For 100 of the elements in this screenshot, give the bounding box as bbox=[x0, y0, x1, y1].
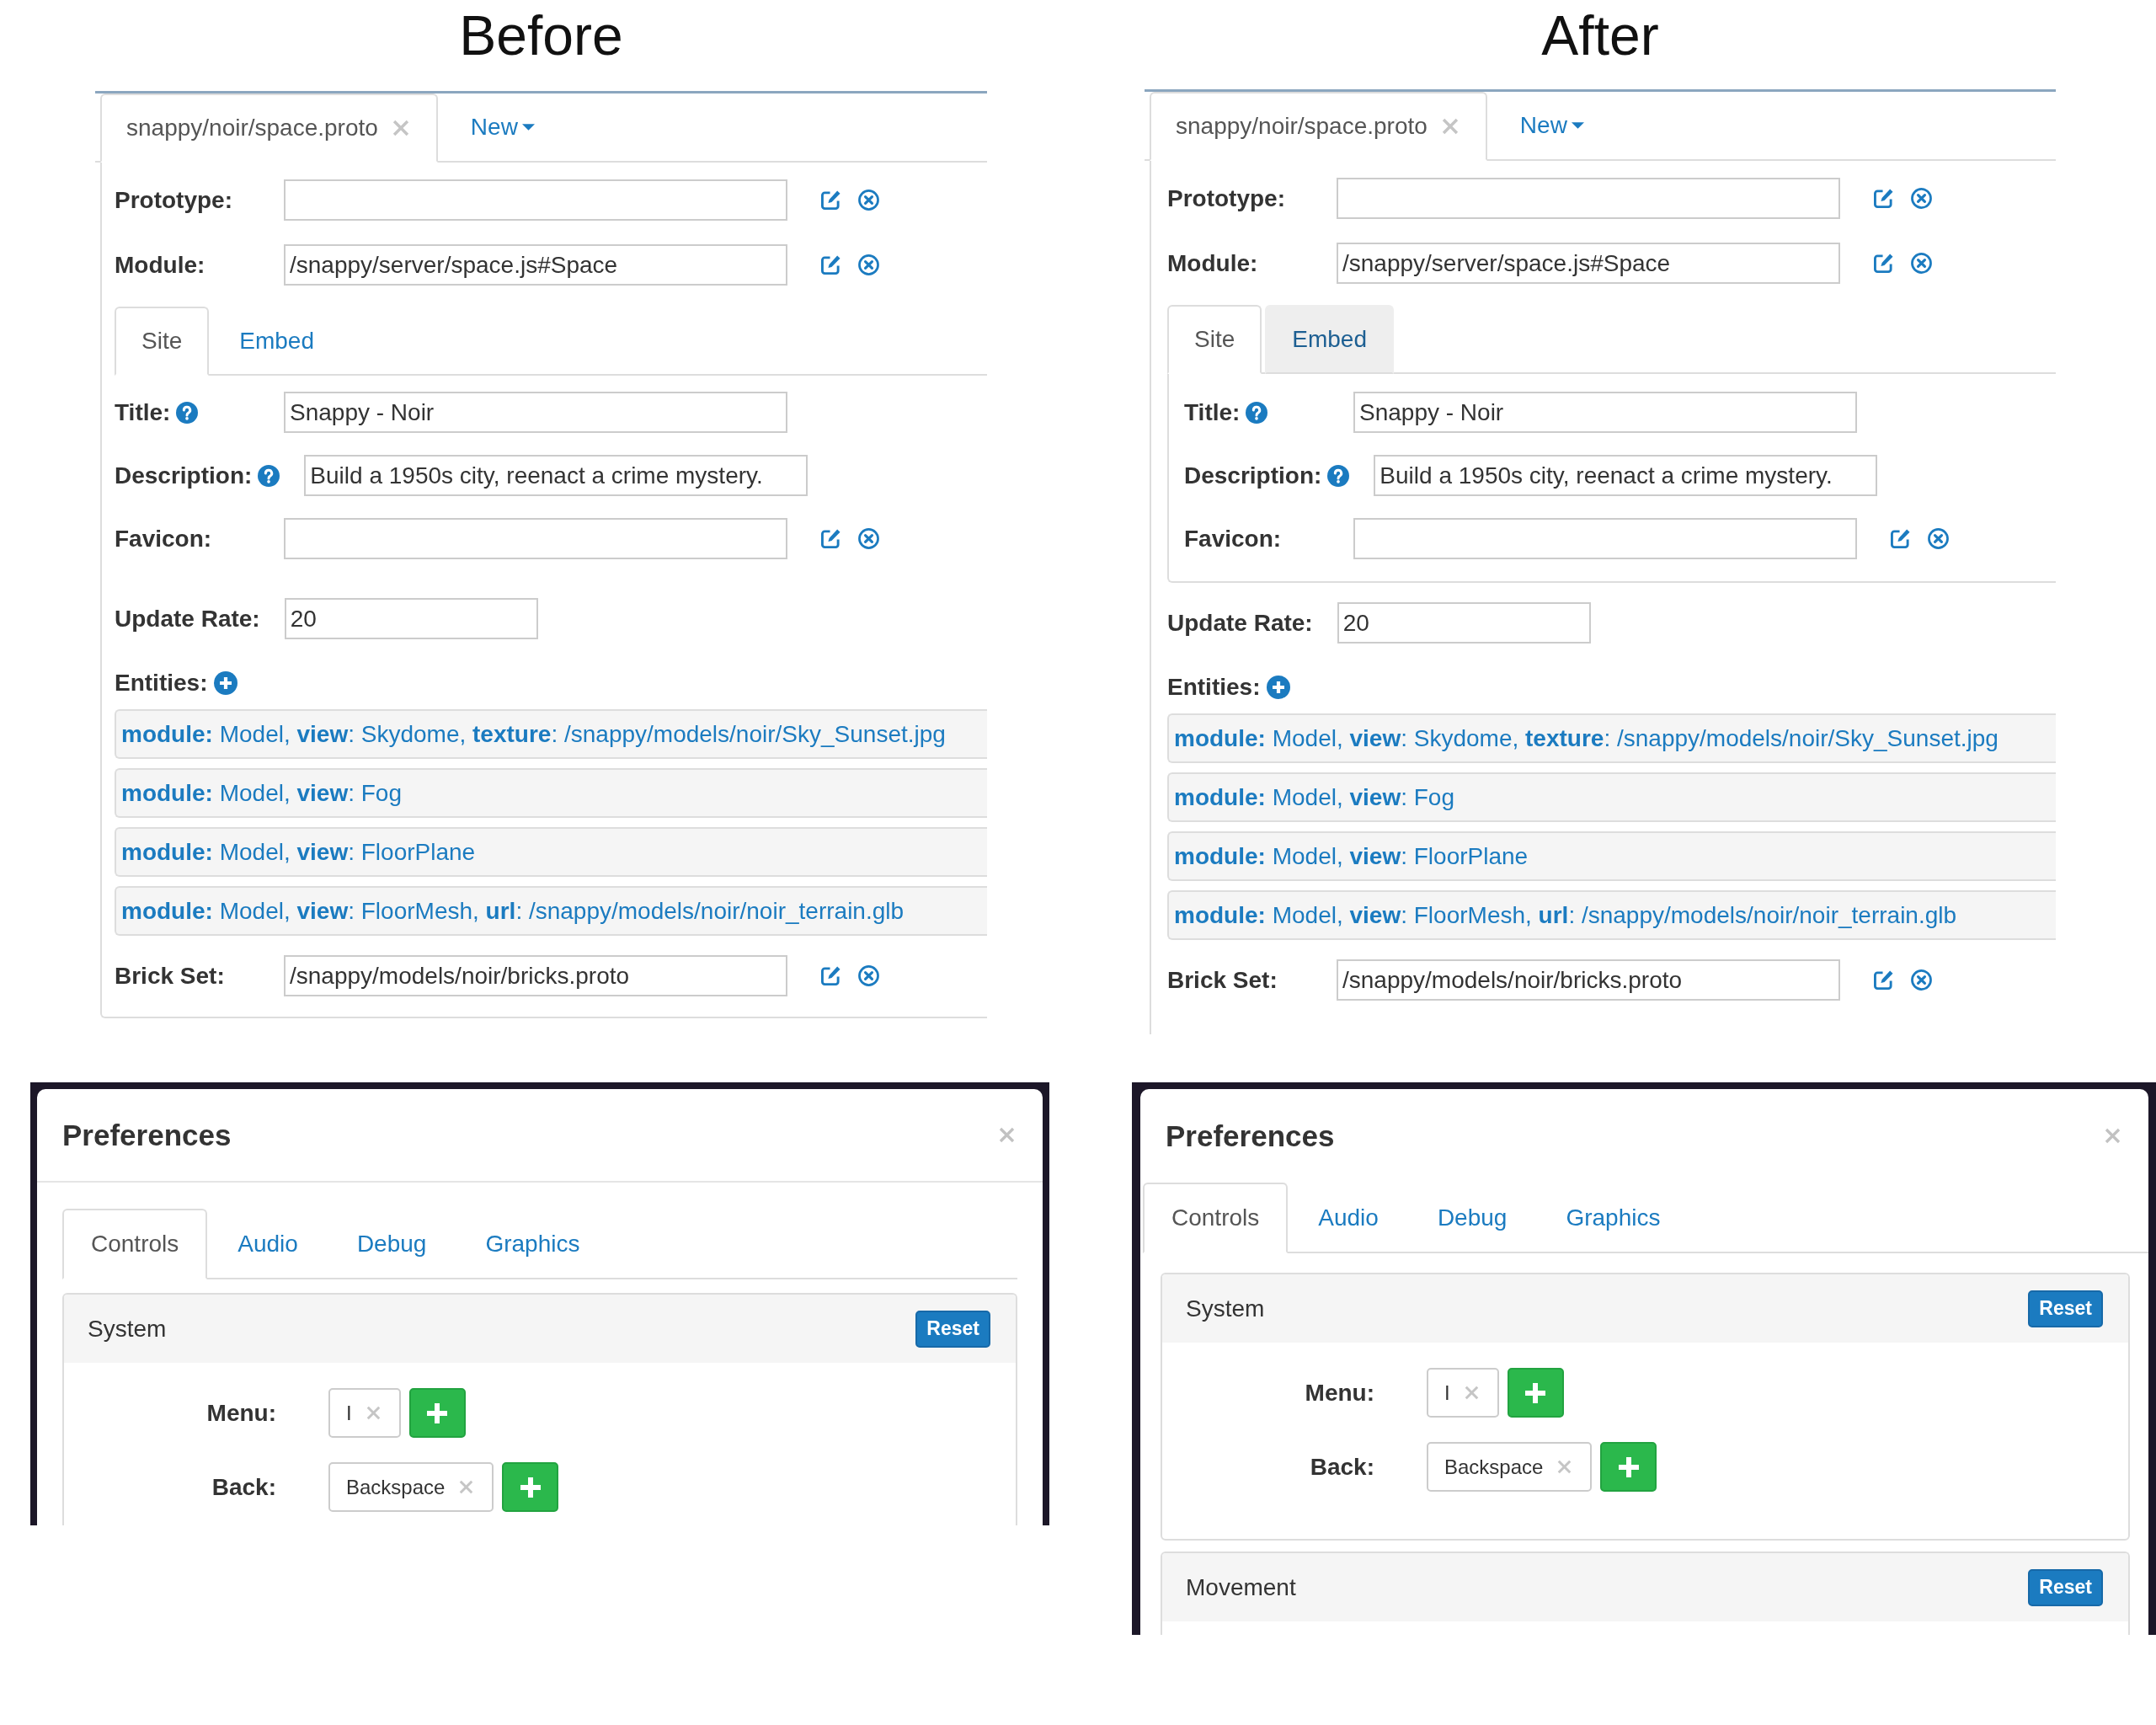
panel-title: System bbox=[88, 1315, 167, 1343]
key-label: I bbox=[346, 1401, 352, 1425]
input-field[interactable]: Build a 1950s city, reenact a crime mystery. bbox=[304, 455, 808, 496]
tab[interactable]: Graphics bbox=[456, 1209, 609, 1279]
input-field[interactable]: Build a 1950s city, reenact a crime mystery. bbox=[1374, 455, 1878, 496]
entity-item[interactable]: module: Model, view: FloorMesh, url: /snappy/models/noir/noir_terrain.glb bbox=[115, 886, 987, 936]
field-label: Favicon: bbox=[115, 525, 212, 553]
new-menu-button[interactable]: New bbox=[457, 93, 547, 161]
input-field[interactable]: 20 bbox=[284, 598, 538, 639]
input-field[interactable]: /snappy/server/space.js#Space bbox=[1337, 243, 1840, 284]
field-label: Prototype: bbox=[115, 186, 232, 214]
key-label: Backspace bbox=[1444, 1455, 1544, 1479]
reset-button[interactable]: Reset bbox=[2028, 1290, 2103, 1327]
edit-icon[interactable] bbox=[1891, 529, 1910, 548]
edit-icon[interactable] bbox=[821, 529, 841, 548]
edit-icon[interactable] bbox=[1874, 970, 1893, 990]
input-field[interactable]: /snappy/models/noir/bricks.proto bbox=[1337, 959, 1840, 1001]
file-tab[interactable]: snappy/noir/space.proto bbox=[1150, 92, 1487, 161]
dialog-title: Preferences bbox=[62, 1118, 232, 1152]
binding-label: Back: bbox=[211, 1473, 276, 1501]
edit-icon[interactable] bbox=[1874, 254, 1893, 273]
field-label: Entities: bbox=[1167, 674, 1261, 701]
panel-title: System bbox=[1186, 1295, 1265, 1322]
clear-icon[interactable] bbox=[858, 190, 879, 211]
plus-icon bbox=[427, 1402, 448, 1423]
input-field[interactable] bbox=[1337, 178, 1840, 219]
dialog-title: Preferences bbox=[1166, 1119, 1335, 1153]
field-label: Description: bbox=[115, 462, 253, 489]
key-label: Backspace bbox=[346, 1475, 446, 1499]
field-label: Title: bbox=[1184, 398, 1241, 426]
tab[interactable]: Audio bbox=[1289, 1183, 1407, 1253]
edit-icon[interactable] bbox=[821, 966, 841, 985]
tab[interactable]: Embed bbox=[1265, 305, 1394, 374]
input-field[interactable] bbox=[284, 518, 787, 559]
input-field[interactable]: Snappy - Noir bbox=[1353, 392, 1857, 433]
entity-item[interactable]: module: Model, view: Skydome, texture: /snappy/models/noir/Sky_Sunset.jpg bbox=[115, 709, 987, 759]
help-icon[interactable] bbox=[1327, 464, 1350, 487]
tab[interactable]: Debug bbox=[328, 1209, 456, 1279]
input-field[interactable]: /snappy/models/noir/bricks.proto bbox=[284, 955, 787, 996]
field-label: Entities: bbox=[115, 670, 208, 697]
field-label: Description: bbox=[1184, 462, 1322, 489]
edit-icon[interactable] bbox=[821, 190, 841, 210]
field-label: Title: bbox=[115, 398, 171, 426]
plus-icon bbox=[1525, 1382, 1546, 1403]
tab[interactable]: Audio bbox=[209, 1209, 327, 1279]
tab[interactable]: Site bbox=[115, 307, 210, 376]
plus-icon bbox=[520, 1477, 541, 1498]
tab[interactable]: Site bbox=[1167, 305, 1262, 374]
clear-icon[interactable] bbox=[858, 528, 879, 549]
input-field[interactable] bbox=[284, 179, 787, 221]
binding-label: Menu: bbox=[1305, 1379, 1374, 1407]
help-icon[interactable] bbox=[176, 401, 199, 424]
field-label: Module: bbox=[115, 251, 205, 279]
field-label: Update Rate: bbox=[115, 605, 260, 633]
add-button[interactable] bbox=[1507, 1368, 1564, 1418]
key-label: I bbox=[1444, 1381, 1450, 1405]
tab[interactable]: Graphics bbox=[1537, 1183, 1689, 1253]
entity-item[interactable]: module: Model, view: FloorPlane bbox=[115, 827, 987, 877]
edit-icon[interactable] bbox=[821, 255, 841, 275]
field-label: Brick Set: bbox=[1167, 966, 1278, 994]
new-menu-button[interactable]: New bbox=[1507, 92, 1597, 159]
clear-icon[interactable] bbox=[858, 965, 879, 986]
input-field[interactable]: 20 bbox=[1337, 602, 1591, 644]
binding-label: Menu: bbox=[206, 1399, 276, 1427]
edit-icon[interactable] bbox=[1874, 189, 1893, 208]
entity-item[interactable]: module: Model, view: Skydome, texture: /snappy/models/noir/Sky_Sunset.jpg bbox=[1167, 713, 2056, 763]
field-label: Brick Set: bbox=[115, 962, 225, 990]
reset-button[interactable]: Reset bbox=[915, 1310, 990, 1348]
plus-icon bbox=[1618, 1456, 1639, 1477]
clear-icon[interactable] bbox=[1928, 528, 1949, 549]
clear-icon[interactable] bbox=[1911, 188, 1932, 209]
add-button[interactable] bbox=[502, 1462, 559, 1512]
tab[interactable]: Controls bbox=[62, 1209, 208, 1279]
comparison-heading: After bbox=[1541, 3, 1659, 68]
caret-icon bbox=[1571, 122, 1584, 129]
comparison-heading: Before bbox=[459, 3, 623, 68]
entity-item[interactable]: module: Model, view: Fog bbox=[1167, 772, 2056, 822]
entity-item[interactable]: module: Model, view: Fog bbox=[115, 768, 987, 818]
field-label: Favicon: bbox=[1184, 525, 1282, 553]
add-icon[interactable] bbox=[1267, 676, 1291, 699]
tab[interactable]: Controls bbox=[1143, 1183, 1289, 1253]
panel-title: Movement bbox=[1186, 1573, 1296, 1601]
file-tab[interactable]: snappy/noir/space.proto bbox=[100, 93, 438, 163]
binding-label: Back: bbox=[1310, 1453, 1374, 1481]
add-button[interactable] bbox=[408, 1388, 466, 1438]
clear-icon[interactable] bbox=[1911, 969, 1932, 991]
add-icon[interactable] bbox=[214, 671, 238, 695]
help-icon[interactable] bbox=[1246, 401, 1268, 424]
entity-item[interactable]: module: Model, view: FloorMesh, url: /snappy/models/noir/noir_terrain.glb bbox=[1167, 890, 2056, 940]
entity-item[interactable]: module: Model, view: FloorPlane bbox=[1167, 831, 2056, 881]
clear-icon[interactable] bbox=[1911, 253, 1932, 274]
help-icon[interactable] bbox=[258, 464, 280, 487]
tab[interactable]: Debug bbox=[1408, 1183, 1536, 1253]
input-field[interactable] bbox=[1353, 518, 1857, 559]
reset-button[interactable]: Reset bbox=[2028, 1568, 2103, 1606]
clear-icon[interactable] bbox=[858, 254, 879, 275]
input-field[interactable]: /snappy/server/space.js#Space bbox=[284, 244, 787, 286]
tab[interactable]: Embed bbox=[212, 307, 341, 376]
input-field[interactable]: Snappy - Noir bbox=[284, 392, 787, 433]
add-button[interactable] bbox=[1600, 1442, 1657, 1492]
